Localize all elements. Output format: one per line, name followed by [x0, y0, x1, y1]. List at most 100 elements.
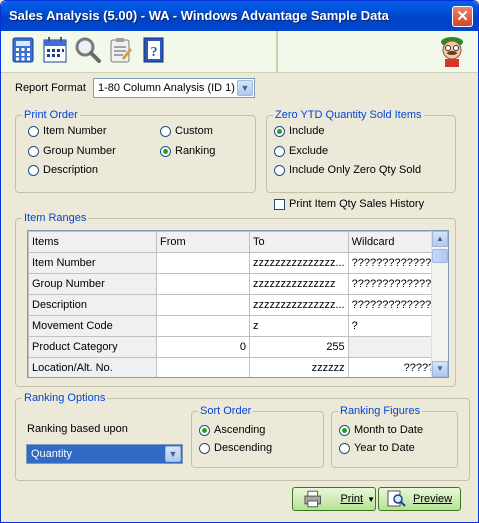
radio-button [28, 145, 39, 157]
table-row: Location/Alt. No. zzzzzz ?????? [28, 357, 445, 377]
preview-magnifier-icon [387, 490, 406, 507]
radio-ranking[interactable]: Ranking [160, 145, 215, 157]
print-history-checkbox[interactable]: Print Item Qty Sales History [274, 198, 424, 210]
radio-button [274, 145, 285, 157]
window-title: Sales Analysis (5.00) - WA - Windows Adv… [9, 8, 389, 23]
row-label: Movement Code [28, 315, 157, 337]
radio-custom[interactable]: Custom [160, 125, 213, 137]
print-order-title: Print Order [22, 109, 80, 121]
item-ranges-grid: Items From To Wildcard Item Number zzzzz… [27, 230, 449, 378]
ranking-based-upon-value: Quantity [31, 448, 72, 460]
radio-include[interactable]: Include [274, 125, 324, 137]
row-label: Location/Alt. No. [28, 357, 157, 377]
chevron-down-icon: ▼ [165, 446, 181, 462]
to-cell[interactable]: 255 [249, 336, 349, 358]
table-row: Movement Code z ? [28, 315, 445, 337]
radio-button-selected [199, 424, 210, 436]
dropdown-arrow-icon: ▼ [367, 494, 375, 504]
help-book-icon[interactable]: ? [139, 36, 167, 64]
clipboard-icon[interactable] [106, 36, 134, 64]
preview-button[interactable]: Preview [378, 487, 461, 511]
wildcard-cell[interactable]: ? [347, 315, 445, 337]
radio-button [28, 164, 39, 176]
sort-order-title: Sort Order [198, 405, 254, 417]
radio-button-selected [160, 145, 171, 157]
wildcard-cell[interactable]: ?????? [347, 357, 445, 377]
from-cell[interactable] [156, 357, 250, 377]
ranking-based-upon-select[interactable]: Quantity ▼ [26, 444, 183, 464]
table-row: Description zzzzzzzzzzzzzzz... ?????????… [28, 294, 445, 316]
radio-button [274, 164, 285, 176]
sales-analysis-window: Sales Analysis (5.00) - WA - Windows Adv… [0, 0, 479, 523]
to-cell[interactable]: zzzzzzzzzzzzzzz... [249, 252, 349, 274]
print-button[interactable]: Print ▼ [292, 487, 376, 511]
scroll-thumb[interactable] [432, 249, 448, 263]
toolbar: ? [1, 31, 478, 73]
wildcard-cell[interactable]: ?????????????... [347, 252, 445, 274]
row-label: Item Number [28, 252, 157, 274]
table-row: Item Number zzzzzzzzzzzzzzz... ?????????… [28, 252, 445, 274]
calendar-icon[interactable] [41, 36, 69, 64]
column-header: To [249, 231, 349, 253]
row-label: Group Number [28, 273, 157, 295]
radio-button-selected [274, 125, 285, 137]
row-label: Description [28, 294, 157, 316]
column-header: From [156, 231, 250, 253]
wildcard-cell [347, 336, 445, 358]
radio-item-number[interactable]: Item Number [28, 125, 107, 137]
zero-ytd-title: Zero YTD Quantity Sold Items [273, 109, 424, 121]
toolbar-separator [276, 31, 278, 72]
checkbox-box [274, 198, 285, 210]
item-ranges-table: Items From To Wildcard Item Number zzzzz… [28, 231, 445, 377]
sort-order-group: Sort Order [191, 405, 324, 468]
table-header-row: Items From To Wildcard [28, 231, 445, 253]
radio-include-only-zero[interactable]: Include Only Zero Qty Sold [274, 164, 421, 176]
from-cell[interactable] [156, 294, 250, 316]
ranking-based-upon-label: Ranking based upon [27, 423, 128, 435]
title-bar: Sales Analysis (5.00) - WA - Windows Adv… [1, 1, 478, 31]
ranking-figures-group: Ranking Figures [331, 405, 458, 468]
wildcard-cell[interactable]: ?????????????... [347, 294, 445, 316]
svg-text:?: ? [151, 45, 158, 60]
scroll-down-icon[interactable]: ▼ [432, 361, 448, 377]
mascot-logo [441, 37, 463, 67]
to-cell[interactable]: zzzzzzzzzzzzzzz [249, 273, 349, 295]
radio-ascending[interactable]: Ascending [199, 424, 265, 436]
item-ranges-title: Item Ranges [22, 212, 89, 224]
report-format-select[interactable]: 1-80 Column Analysis (ID 1) ▼ [93, 78, 255, 98]
radio-year-to-date[interactable]: Year to Date [339, 442, 415, 454]
radio-button-selected [339, 424, 350, 436]
close-button[interactable]: ✕ [452, 6, 473, 27]
radio-button [199, 442, 210, 454]
radio-descending[interactable]: Descending [199, 442, 272, 454]
radio-month-to-date[interactable]: Month to Date [339, 424, 423, 436]
printer-icon [304, 490, 321, 508]
print-label: Print [340, 493, 364, 505]
from-cell[interactable] [156, 252, 250, 274]
ranking-figures-title: Ranking Figures [338, 405, 423, 417]
radio-group-number[interactable]: Group Number [28, 145, 116, 157]
scroll-up-icon[interactable]: ▲ [432, 231, 448, 247]
from-cell[interactable] [156, 315, 250, 337]
wildcard-cell[interactable]: ?????????????... [347, 273, 445, 295]
to-cell[interactable]: zzzzzz [249, 357, 349, 377]
to-cell[interactable]: zzzzzzzzzzzzzzz... [249, 294, 349, 316]
to-cell[interactable]: z [249, 315, 349, 337]
from-cell[interactable]: 0 [156, 336, 250, 358]
chevron-down-icon: ▼ [237, 80, 253, 96]
magnifier-icon[interactable] [74, 36, 102, 64]
radio-description[interactable]: Description [28, 164, 98, 176]
row-label: Product Category [28, 336, 157, 358]
preview-label: Preview [413, 493, 453, 505]
calculator-icon[interactable] [9, 36, 37, 64]
grid-scrollbar[interactable]: ▲ ▼ [431, 231, 448, 377]
radio-exclude[interactable]: Exclude [274, 145, 328, 157]
from-cell[interactable] [156, 273, 250, 295]
report-format-label: Report Format [15, 82, 86, 94]
table-row: Group Number zzzzzzzzzzzzzzz ???????????… [28, 273, 445, 295]
column-header: Items [28, 231, 157, 253]
column-header: Wildcard [347, 231, 445, 253]
radio-button [339, 442, 350, 454]
ranking-options-title: Ranking Options [22, 392, 108, 404]
report-format-value: 1-80 Column Analysis (ID 1) [98, 82, 235, 94]
